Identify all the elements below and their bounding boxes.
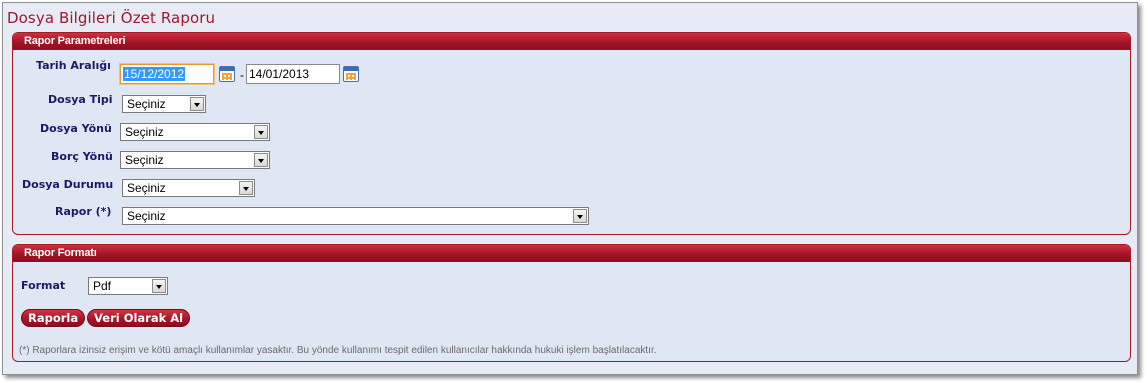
parameters-panel: Rapor Parametreleri Tarih Aralığı 15/12/… [12,32,1131,235]
file-status-value: Seçiniz [127,181,166,195]
calendar-icon[interactable] [219,66,235,82]
chevron-down-icon [190,97,204,111]
file-status-select[interactable]: Seçiniz [122,179,255,197]
file-direction-value: Seçiniz [125,125,164,139]
report-label: Rapor (*) [55,205,112,218]
report-window: Dosya Bilgileri Özet Raporu Rapor Parame… [2,2,1138,375]
file-type-select[interactable]: Seçiniz [122,95,206,113]
end-date-value: 14/01/2013 [249,67,310,81]
end-date-input[interactable]: 14/01/2013 [246,64,340,84]
date-range-label: Tarih Aralığı [36,59,111,72]
chevron-down-icon [152,279,166,293]
calendar-icon[interactable] [343,66,359,82]
date-range-separator: - [240,68,244,82]
format-value: Pdf [93,279,112,293]
chevron-down-icon [254,125,268,139]
page-title: Dosya Bilgileri Özet Raporu [7,9,216,27]
file-type-value: Seçiniz [127,97,166,111]
debt-direction-label: Borç Yönü [51,150,113,163]
file-direction-label: Dosya Yönü [40,122,112,135]
report-select[interactable]: Seçiniz [122,207,589,225]
get-data-button[interactable]: Veri Olarak Al [87,309,191,327]
report-button[interactable]: Raporla [21,309,86,327]
format-panel: Rapor Formatı Format Pdf Raporla Veri Ol… [12,244,1131,362]
file-status-label: Dosya Durumu [22,178,114,191]
debt-direction-value: Seçiniz [125,153,164,167]
legal-note: (*) Raporlara izinsiz erişim ve kötü ama… [19,345,657,356]
chevron-down-icon [573,209,587,223]
format-select[interactable]: Pdf [88,277,168,295]
format-panel-header: Rapor Formatı [13,245,1130,262]
chevron-down-icon [239,181,253,195]
file-type-label: Dosya Tipi [48,93,113,106]
start-date-value: 15/12/2012 [123,67,186,81]
debt-direction-select[interactable]: Seçiniz [120,151,270,169]
format-label: Format [21,279,66,292]
report-value: Seçiniz [127,209,166,223]
parameters-panel-header: Rapor Parametreleri [13,33,1130,50]
chevron-down-icon [254,153,268,167]
start-date-input[interactable]: 15/12/2012 [120,64,214,84]
file-direction-select[interactable]: Seçiniz [120,123,270,141]
